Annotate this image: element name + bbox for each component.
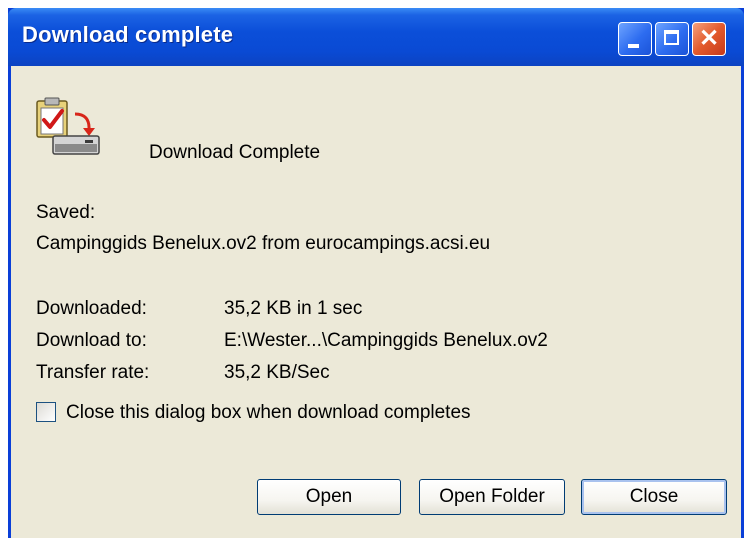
open-folder-button[interactable]: Open Folder	[419, 479, 565, 515]
close-when-complete-label[interactable]: Close this dialog box when download comp…	[66, 402, 471, 424]
close-window-button[interactable]: ✕	[692, 22, 726, 56]
maximize-icon	[664, 30, 679, 45]
download-to-label: Download to:	[36, 330, 147, 351]
close-when-complete-checkbox[interactable]	[36, 402, 56, 422]
title-bar[interactable]: Download complete ✕	[8, 8, 744, 66]
maximize-button[interactable]	[655, 22, 689, 56]
download-complete-icon	[36, 97, 100, 155]
downloaded-value: 35,2 KB in 1 sec	[224, 298, 363, 319]
transfer-rate-label: Transfer rate:	[36, 362, 150, 383]
download-dialog-window: Download complete ✕ Download Complete Sa…	[8, 8, 744, 538]
close-button[interactable]: Close	[581, 479, 727, 515]
saved-file-value: Campinggids Benelux.ov2 from eurocamping…	[36, 233, 491, 254]
saved-label: Saved:	[36, 202, 96, 223]
open-button[interactable]: Open	[257, 479, 401, 515]
minimize-button[interactable]	[618, 22, 652, 56]
transfer-rate-value: 35,2 KB/Sec	[224, 362, 330, 383]
minimize-icon	[628, 44, 639, 48]
downloaded-label: Downloaded:	[36, 298, 147, 319]
download-to-value: E:\Wester...\Campinggids Benelux.ov2	[224, 330, 548, 351]
dialog-heading: Download Complete	[149, 142, 321, 163]
close-icon: ✕	[698, 25, 720, 52]
dialog-body: Download Complete Saved: Campinggids Ben…	[11, 66, 741, 538]
window-title: Download complete	[22, 22, 234, 47]
